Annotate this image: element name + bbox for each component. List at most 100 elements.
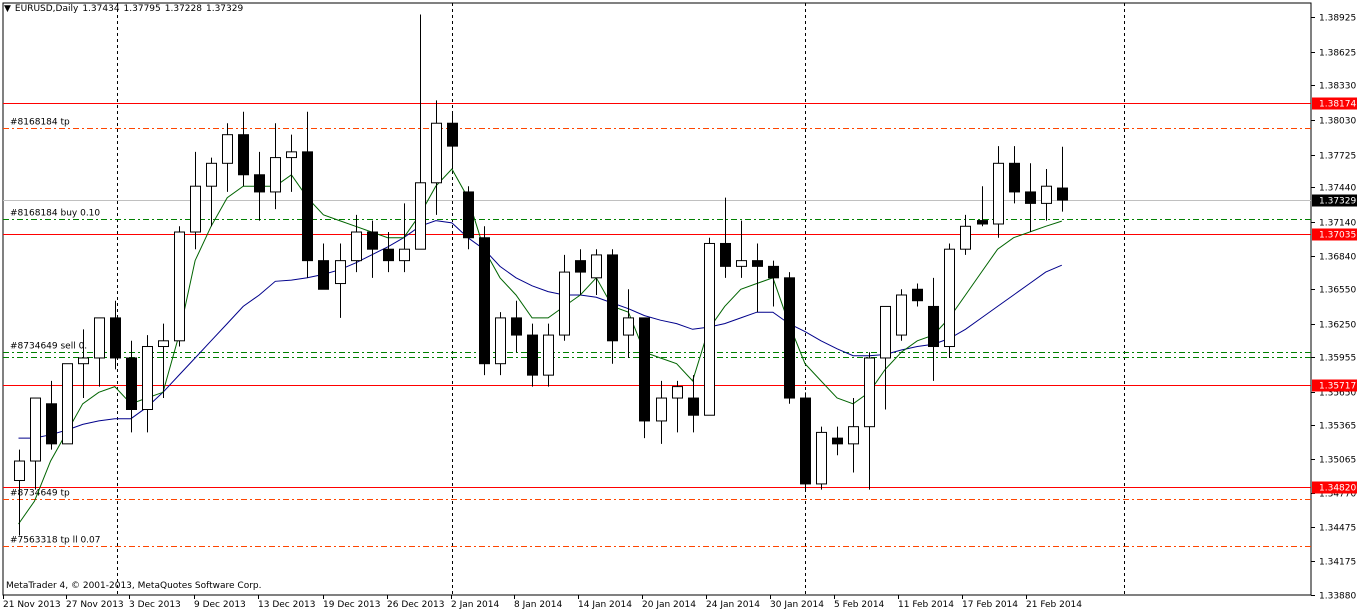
bear-candle xyxy=(800,397,811,485)
bear-candle xyxy=(784,277,795,399)
bear-candle xyxy=(511,317,522,336)
bull-candle xyxy=(736,260,747,267)
bull-candle xyxy=(62,363,73,445)
x-tick-label: 21 Nov 2013 xyxy=(3,600,61,610)
high-value: 1.37795 xyxy=(123,4,161,14)
bear-candle xyxy=(607,254,618,342)
y-tick-label: 1.33880 xyxy=(1319,592,1356,602)
bear-candle xyxy=(832,437,843,445)
bull-candle xyxy=(399,248,410,262)
y-tick-label: 1.38330 xyxy=(1319,82,1356,92)
bear-candle xyxy=(527,334,538,376)
x-tick-label: 21 Feb 2014 xyxy=(1026,600,1082,610)
bull-candle xyxy=(222,134,233,164)
y-tick-label: 1.37440 xyxy=(1319,184,1356,194)
bull-candle xyxy=(270,157,281,193)
bear-candle xyxy=(1025,191,1036,204)
bull-candle xyxy=(993,162,1004,225)
bear-candle xyxy=(639,317,650,422)
chart-window[interactable]: 1.38925 1.38625 1.38330 1.38030 1.37725 1.374… xyxy=(0,0,1358,613)
bear-candle xyxy=(302,151,313,262)
y-tick-label: 1.34175 xyxy=(1319,558,1356,568)
bull-candle xyxy=(190,185,201,233)
bull-candle xyxy=(142,346,153,410)
y-tick-label: 1.37140 xyxy=(1319,219,1356,229)
x-tick-label: 17 Feb 2014 xyxy=(962,600,1018,610)
bear-candle xyxy=(238,134,249,176)
low-value: 1.37228 xyxy=(164,4,202,14)
bear-candle xyxy=(928,305,939,348)
level-price-label: 1.38174 xyxy=(1319,100,1356,110)
y-tick-label: 1.35065 xyxy=(1319,456,1356,466)
bull-candle xyxy=(1041,185,1052,204)
bear-candle xyxy=(1009,162,1020,193)
bear-candle xyxy=(575,260,586,273)
y-tick-label: 1.35365 xyxy=(1319,422,1356,432)
bear-candle xyxy=(720,242,731,267)
bear-candle xyxy=(367,231,378,250)
bear-candle xyxy=(768,265,779,279)
x-tick-label: 19 Dec 2013 xyxy=(323,600,381,610)
x-tick-label: 3 Dec 2013 xyxy=(129,600,181,610)
bear-candle xyxy=(447,122,458,147)
open-value: 1.37434 xyxy=(82,4,120,14)
y-tick-label: 1.36250 xyxy=(1319,321,1356,331)
bull-candle xyxy=(960,225,971,250)
bear-candle xyxy=(463,191,474,239)
bear-candle xyxy=(126,357,137,410)
bear-candle xyxy=(1057,187,1068,201)
y-tick-label: 1.35955 xyxy=(1319,354,1356,364)
bull-candle xyxy=(880,305,891,359)
bull-candle xyxy=(415,182,426,250)
bid-price-label: 1.37329 xyxy=(1319,197,1356,207)
bull-candle xyxy=(335,260,346,285)
plot-frame xyxy=(2,2,1312,596)
bull-candle xyxy=(543,334,554,376)
bull-candle xyxy=(431,122,442,184)
bull-candle xyxy=(14,460,25,481)
bull-candle xyxy=(944,248,955,348)
y-tick-label: 1.38625 xyxy=(1319,49,1356,59)
order-label: #8168184 buy 0.10 xyxy=(10,209,100,219)
level-price-label: 1.37035 xyxy=(1319,231,1356,241)
bear-candle xyxy=(912,288,923,302)
order-label: #8734649 sell 0. xyxy=(10,342,87,352)
bear-candle xyxy=(318,260,329,290)
bull-candle xyxy=(94,317,105,359)
bear-candle xyxy=(110,317,121,359)
bear-candle xyxy=(46,403,57,445)
symbol-label: EURUSD,Daily xyxy=(14,4,79,14)
level-price-label: 1.34820 xyxy=(1319,484,1356,494)
x-tick-label: 5 Feb 2014 xyxy=(834,600,885,610)
bear-candle xyxy=(383,248,394,262)
bull-candle xyxy=(816,431,827,485)
y-tick-label: 1.34475 xyxy=(1319,524,1356,534)
x-tick-label: 26 Dec 2013 xyxy=(387,600,445,610)
level-price-label: 1.35717 xyxy=(1319,382,1356,392)
x-tick-label: 11 Feb 2014 xyxy=(898,600,954,610)
y-tick-label: 1.38030 xyxy=(1319,117,1356,127)
bull-candle xyxy=(30,397,41,462)
ma-fast-line xyxy=(18,168,1062,525)
triangle-down-icon[interactable]: ▼ xyxy=(4,4,11,14)
x-tick-label: 27 Nov 2013 xyxy=(66,600,124,610)
y-tick-label: 1.37725 xyxy=(1319,152,1356,162)
bull-candle xyxy=(704,242,715,416)
bull-candle xyxy=(206,162,217,187)
bull-candle xyxy=(559,271,570,336)
bull-candle xyxy=(286,151,297,159)
order-label: #7563318 tp ll 0.07 xyxy=(10,536,101,546)
bull-candle xyxy=(591,254,602,279)
price-chart[interactable]: 1.38925 1.38625 1.38330 1.38030 1.37725 1.374… xyxy=(0,0,1358,613)
y-tick-label: 1.36550 xyxy=(1319,286,1356,296)
order-label: #8168184 tp xyxy=(10,118,70,128)
x-tick-label: 13 Dec 2013 xyxy=(258,600,316,610)
bull-candle xyxy=(174,231,185,342)
y-tick-label: 1.38925 xyxy=(1319,14,1356,24)
bear-candle xyxy=(688,397,699,416)
x-tick-label: 2 Jan 2014 xyxy=(451,600,499,610)
bull-candle xyxy=(896,294,907,336)
chart-header: ▼ EURUSD,Daily 1.37434 1.37795 1.37228 1.3732… xyxy=(4,4,247,14)
bull-candle xyxy=(656,397,667,422)
x-tick-label: 9 Dec 2013 xyxy=(194,600,246,610)
